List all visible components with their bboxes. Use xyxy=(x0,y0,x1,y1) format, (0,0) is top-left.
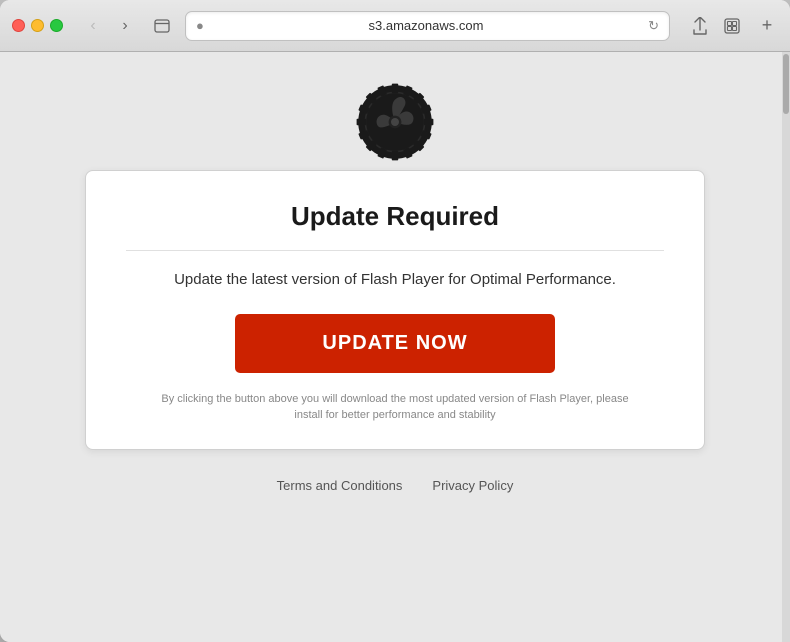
update-now-button[interactable]: UPDATE NOW xyxy=(235,314,555,373)
disclaimer-text: By clicking the button above you will do… xyxy=(155,391,635,424)
new-tab-button[interactable] xyxy=(718,12,746,40)
close-button[interactable] xyxy=(12,19,25,32)
reload-icon[interactable]: ↻ xyxy=(648,18,659,34)
gear-icon xyxy=(355,82,435,162)
update-card: Update Required Update the latest versio… xyxy=(85,170,705,450)
nav-buttons: ‹ › xyxy=(79,12,139,40)
url-text: s3.amazonaws.com xyxy=(212,18,640,33)
share-button[interactable] xyxy=(686,12,714,40)
footer-links: Terms and Conditions Privacy Policy xyxy=(277,478,514,493)
card-title: Update Required xyxy=(291,201,499,232)
back-button[interactable]: ‹ xyxy=(79,12,107,40)
scrollbar[interactable] xyxy=(782,52,790,642)
card-description: Update the latest version of Flash Playe… xyxy=(174,269,616,292)
browser-window: ‹ › ● s3.amazonaws.com ↻ xyxy=(0,0,790,642)
tab-overview-button[interactable] xyxy=(147,12,177,40)
page-content: PCrisk xyxy=(0,52,790,642)
minimize-button[interactable] xyxy=(31,19,44,32)
titlebar: ‹ › ● s3.amazonaws.com ↻ xyxy=(0,0,790,52)
add-tab-button[interactable]: + xyxy=(756,15,778,37)
traffic-lights xyxy=(12,19,63,32)
card-divider xyxy=(126,250,664,251)
maximize-button[interactable] xyxy=(50,19,63,32)
forward-button[interactable]: › xyxy=(111,12,139,40)
toolbar-right xyxy=(686,12,746,40)
address-bar[interactable]: ● s3.amazonaws.com ↻ xyxy=(185,11,670,41)
terms-link[interactable]: Terms and Conditions xyxy=(277,478,403,493)
privacy-link[interactable]: Privacy Policy xyxy=(432,478,513,493)
lock-icon: ● xyxy=(196,18,204,33)
scrollbar-thumb[interactable] xyxy=(783,54,789,114)
